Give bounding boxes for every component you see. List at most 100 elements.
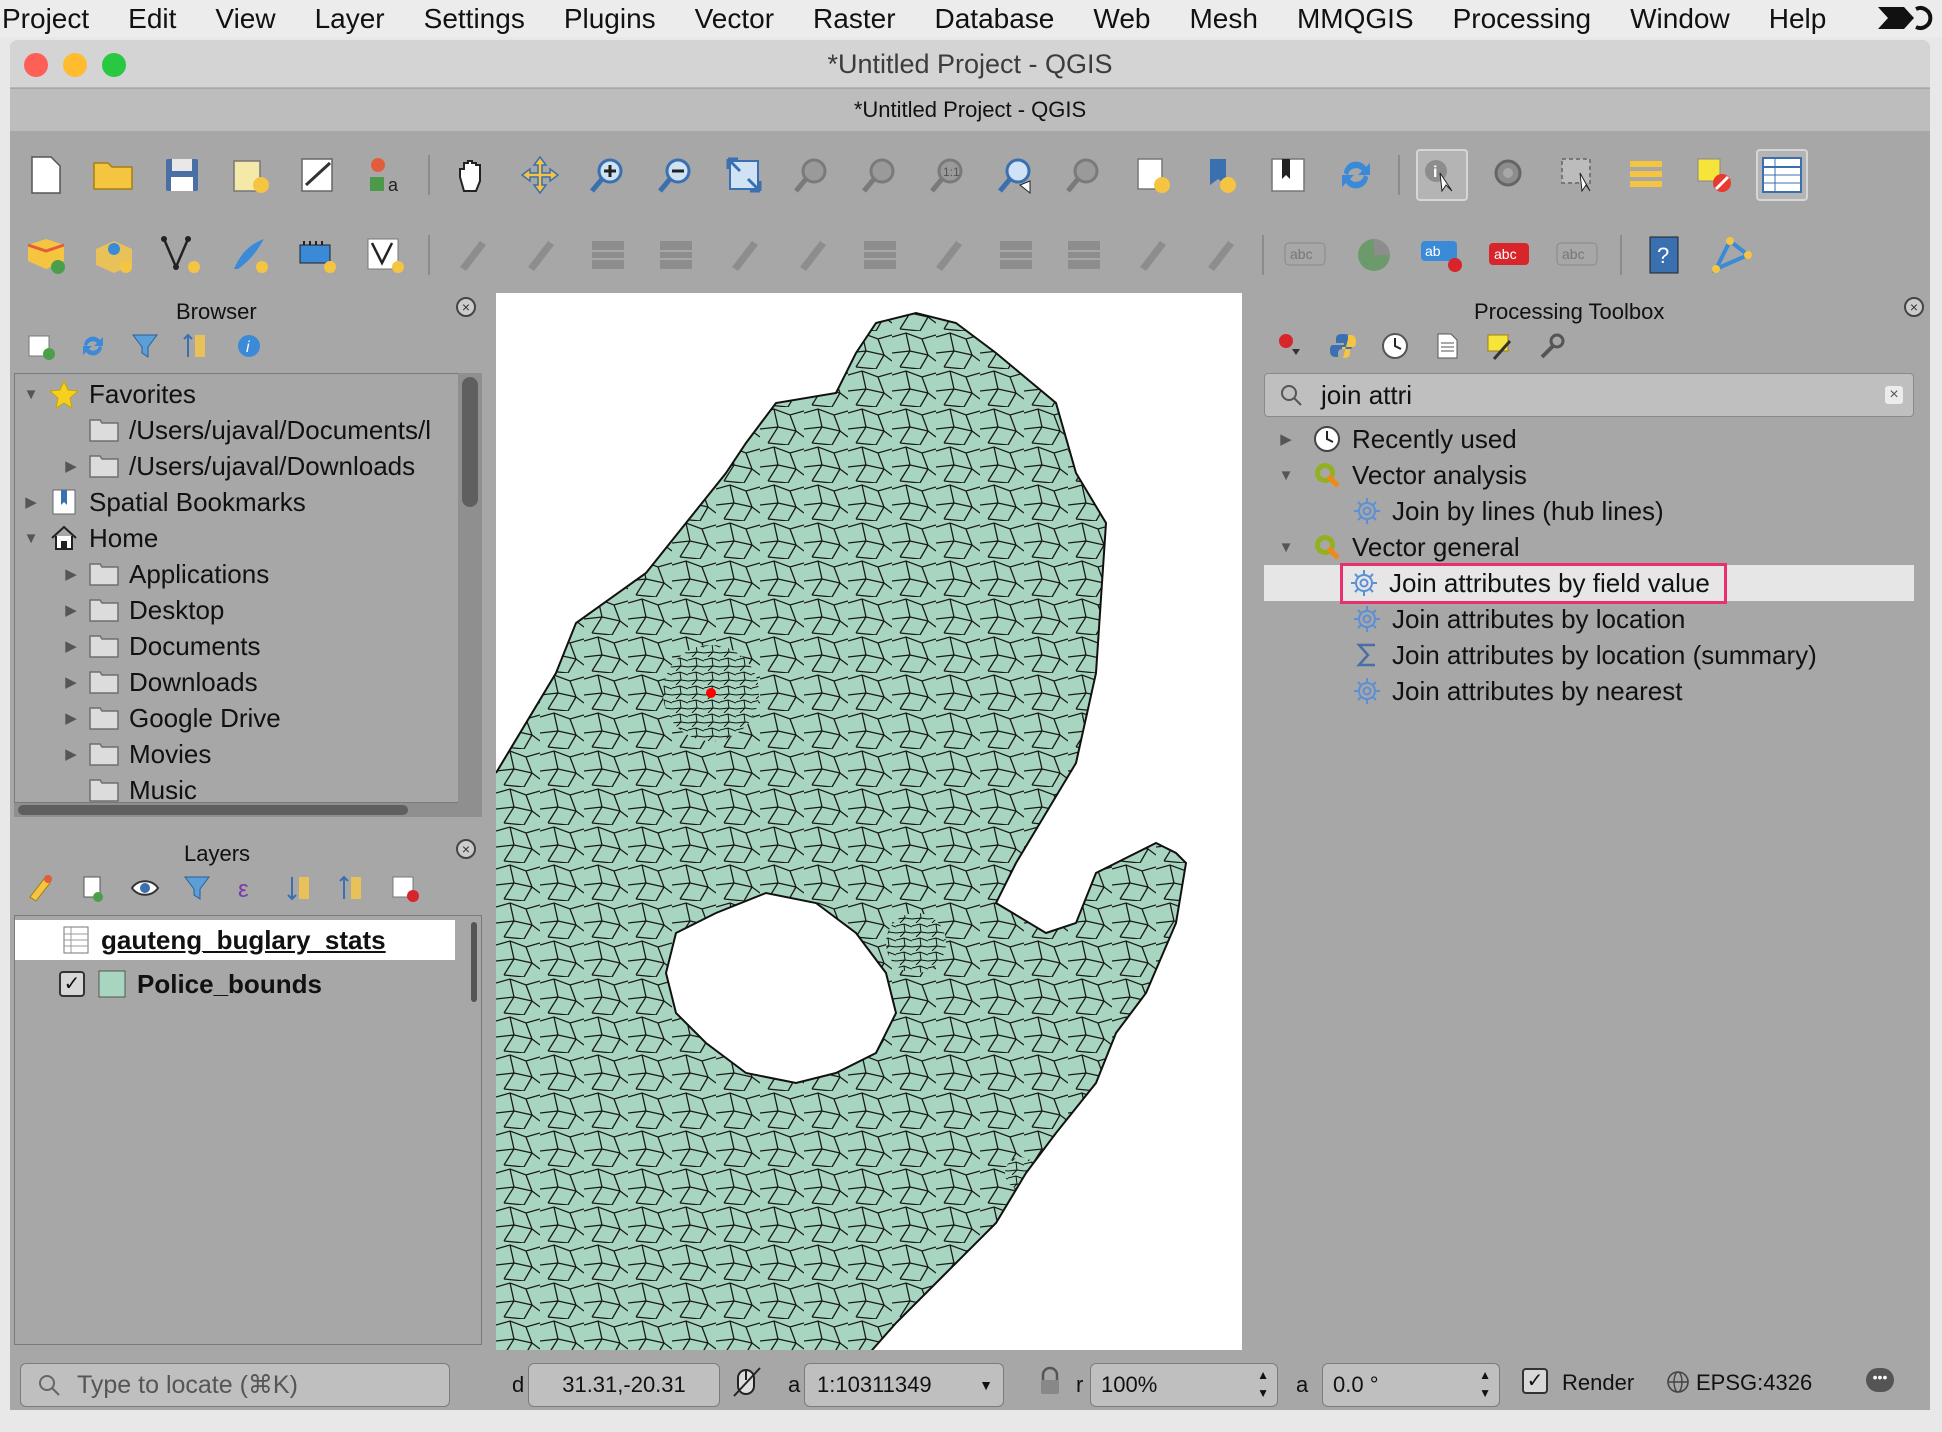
menu-web[interactable]: Web	[1093, 3, 1150, 35]
collapsed-arrow-icon[interactable]: ▶	[63, 745, 79, 763]
menu-mesh[interactable]: Mesh	[1189, 3, 1257, 35]
lock-scale-icon[interactable]	[1038, 1366, 1062, 1396]
toolbox-group[interactable]: ▼ Vector general	[1264, 529, 1914, 565]
zoom-last-icon[interactable]	[990, 149, 1042, 201]
browser-item[interactable]: ▶ Downloads	[63, 664, 257, 700]
zoom-next-icon[interactable]	[1058, 149, 1110, 201]
history-icon[interactable]	[1378, 329, 1412, 363]
results-icon[interactable]	[1430, 329, 1464, 363]
browser-item[interactable]: Music	[63, 772, 197, 802]
deselect-all-icon[interactable]	[1688, 149, 1740, 201]
collapsed-arrow-icon[interactable]: ▶	[23, 493, 39, 511]
edit-features-in-place-icon[interactable]	[1482, 329, 1516, 363]
layer-item[interactable]: ✓ Police_bounds	[15, 964, 455, 1004]
browser-item[interactable]: ▼ Favorites	[23, 376, 196, 412]
messages-icon[interactable]: •••	[1866, 1368, 1894, 1392]
expanded-arrow-icon[interactable]: ▼	[1278, 467, 1294, 484]
toolbox-group[interactable]: ▼ Vector analysis	[1264, 457, 1914, 493]
coordinate-field[interactable]: 31.31,-20.31	[528, 1363, 720, 1407]
field-calculator-icon[interactable]	[1756, 149, 1808, 201]
menu-vector[interactable]: Vector	[695, 3, 774, 35]
browser-horizontal-scrollbar[interactable]	[14, 803, 482, 817]
browser-item[interactable]: ▶ Spatial Bookmarks	[23, 484, 306, 520]
locator-field[interactable]: Type to locate (⌘K)	[20, 1363, 450, 1407]
expanded-arrow-icon[interactable]: ▼	[1278, 539, 1294, 556]
style-icon[interactable]: a	[360, 149, 412, 201]
filter-icon[interactable]	[128, 329, 162, 363]
collapsed-arrow-icon[interactable]: ▶	[63, 709, 79, 727]
identify-icon[interactable]: i	[1416, 149, 1468, 201]
style-manager-icon[interactable]	[292, 149, 344, 201]
plugin-network-icon[interactable]	[1706, 229, 1758, 281]
menu-window[interactable]: Window	[1630, 3, 1730, 35]
eye-icon[interactable]	[128, 871, 162, 905]
toolbox-algorithm[interactable]: Join attributes by nearest	[1264, 673, 1914, 709]
disabled-edit-icon[interactable]	[922, 229, 974, 281]
browser-item[interactable]: ▶ /Users/ujaval/Downloads	[63, 448, 415, 484]
label-abc-icon[interactable]: abc	[1552, 229, 1604, 281]
open-project-icon[interactable]	[88, 149, 140, 201]
clear-search-icon[interactable]: ×	[1885, 386, 1903, 404]
browser-item[interactable]: ▶ Applications	[63, 556, 269, 592]
disabled-table-icon[interactable]	[1058, 229, 1110, 281]
help-icon[interactable]: ?	[1638, 229, 1690, 281]
info-icon[interactable]: i	[232, 329, 266, 363]
menu-layer[interactable]: Layer	[315, 3, 385, 35]
collapsed-arrow-icon[interactable]: ▶	[63, 565, 79, 583]
zoom-native-icon[interactable]: 1:1	[922, 149, 974, 201]
zoom-to-selection-icon[interactable]	[786, 149, 838, 201]
new-shapefile-icon[interactable]	[156, 229, 208, 281]
zoom-in-icon[interactable]	[582, 149, 634, 201]
disabled-edit-icon[interactable]	[1194, 229, 1246, 281]
options-icon[interactable]	[1534, 329, 1568, 363]
refresh-icon[interactable]	[1330, 149, 1382, 201]
menu-raster[interactable]: Raster	[813, 3, 895, 35]
add-selected-icon[interactable]	[24, 329, 58, 363]
label-abc-icon[interactable]: abc	[1280, 229, 1332, 281]
menu-edit[interactable]: Edit	[128, 3, 176, 35]
open-attribute-table-icon[interactable]	[1620, 149, 1672, 201]
layers-scrollbar[interactable]	[471, 922, 477, 1002]
disabled-table-icon[interactable]	[582, 229, 634, 281]
zoom-out-icon[interactable]	[650, 149, 702, 201]
diagram-icon[interactable]	[1348, 229, 1400, 281]
new-bookmark-icon[interactable]	[1194, 149, 1246, 201]
spin-arrows-icon[interactable]: ▲ ▼	[1257, 1366, 1269, 1402]
remove-layer-icon[interactable]	[388, 871, 422, 905]
browser-item[interactable]: ▶ Desktop	[63, 592, 224, 628]
filter-icon[interactable]	[180, 871, 214, 905]
new-spatialite-icon[interactable]	[224, 229, 276, 281]
models-icon[interactable]	[1274, 329, 1308, 363]
menu-project[interactable]: Project	[2, 3, 89, 35]
browser-item[interactable]: /Users/ujaval/Documents/l	[63, 412, 431, 448]
expression-filter-icon[interactable]: ε	[232, 871, 266, 905]
menu-help[interactable]: Help	[1769, 3, 1827, 35]
collapsed-arrow-icon[interactable]: ▶	[63, 637, 79, 655]
map-canvas[interactable]	[496, 293, 1242, 1357]
mouse-toggle-icon[interactable]	[732, 1366, 762, 1398]
expanded-arrow-icon[interactable]: ▼	[23, 530, 39, 547]
toolbox-algorithm[interactable]: Join attributes by field value	[1264, 562, 1914, 604]
menu-database[interactable]: Database	[935, 3, 1055, 35]
save-project-icon[interactable]	[156, 149, 208, 201]
expand-all-icon[interactable]	[284, 871, 318, 905]
disabled-table-icon[interactable]	[990, 229, 1042, 281]
disabled-table-icon[interactable]	[854, 229, 906, 281]
crs-button[interactable]: EPSG:4326	[1696, 1370, 1812, 1396]
menubar-extras-icon[interactable]	[1876, 3, 1936, 33]
label-abc-blue-icon[interactable]: ab	[1416, 229, 1468, 281]
toolbox-algorithm[interactable]: Join by lines (hub lines)	[1264, 493, 1914, 529]
toolbox-close-icon[interactable]: ×	[1904, 297, 1924, 317]
disabled-edit-icon[interactable]	[718, 229, 770, 281]
layers-close-icon[interactable]: ×	[456, 839, 476, 859]
new-virtual-layer-icon[interactable]	[292, 229, 344, 281]
style-panel-icon[interactable]	[24, 871, 58, 905]
zoom-to-layer-icon[interactable]	[854, 149, 906, 201]
browser-close-icon[interactable]: ×	[456, 297, 476, 317]
collapsed-arrow-icon[interactable]: ▶	[1278, 430, 1294, 448]
toolbox-algorithm[interactable]: Join attributes by location (summary)	[1264, 637, 1914, 673]
run-feature-action-icon[interactable]	[1484, 149, 1536, 201]
browser-item[interactable]: ▶ Documents	[63, 628, 260, 664]
new-print-layout-icon[interactable]	[224, 149, 276, 201]
select-features-icon[interactable]	[1552, 149, 1604, 201]
